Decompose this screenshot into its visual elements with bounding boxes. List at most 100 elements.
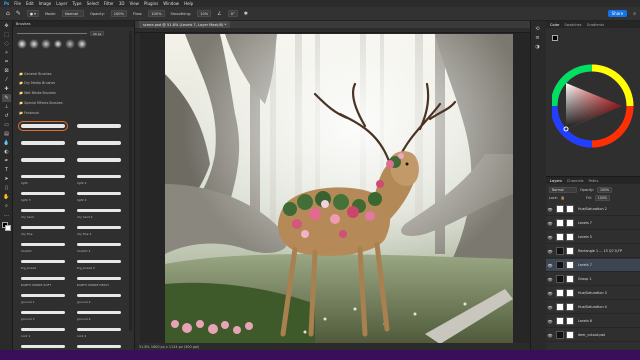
- recent-brush[interactable]: [65, 39, 75, 49]
- brush-group-wet[interactable]: 📁 Wet Media Brushes: [19, 91, 56, 95]
- blend-mode-select[interactable]: Normal: [549, 187, 577, 193]
- symmetry-icon[interactable]: ✱: [244, 11, 248, 17]
- brush-tip[interactable]: [21, 260, 65, 263]
- marquee-tool-icon[interactable]: ⬚: [2, 31, 11, 39]
- eyedropper-icon[interactable]: ⁄: [2, 76, 11, 84]
- adjustments-icon[interactable]: ◑: [533, 43, 542, 51]
- frame-tool-icon[interactable]: ⊠: [2, 67, 11, 75]
- menu-plugins[interactable]: Plugins: [144, 1, 158, 6]
- foreground-swatch[interactable]: [552, 35, 558, 41]
- menu-help[interactable]: Help: [184, 1, 193, 6]
- clone-stamp-icon[interactable]: ⊥: [2, 103, 11, 111]
- brush-tip[interactable]: [77, 192, 121, 195]
- layer-row[interactable]: 👁 Group 1: [546, 273, 640, 286]
- angle-field[interactable]: 0°: [227, 10, 238, 17]
- layer-row[interactable]: 👁 Levels 7: [546, 217, 640, 230]
- brush-tip[interactable]: [21, 277, 65, 280]
- tab-gradients[interactable]: Gradients: [587, 23, 605, 27]
- history-brush-icon[interactable]: ↺: [2, 112, 11, 120]
- brush-tip[interactable]: [21, 294, 65, 297]
- visibility-eye-icon[interactable]: 👁: [546, 235, 554, 240]
- brush-tip[interactable]: [21, 158, 65, 162]
- share-button[interactable]: Share: [607, 10, 628, 17]
- menu-select[interactable]: Select: [87, 1, 99, 6]
- brush-tip[interactable]: [21, 243, 65, 246]
- path-select-icon[interactable]: ➤: [2, 175, 11, 183]
- color-wheel[interactable]: [552, 61, 636, 151]
- layer-row[interactable]: 👁 deer_cutout.psd: [546, 329, 640, 342]
- background-color-swatch[interactable]: [5, 225, 11, 231]
- brush-tip[interactable]: [77, 277, 121, 280]
- history-icon[interactable]: ⟲: [533, 25, 542, 33]
- brush-group-dry[interactable]: 📁 Dry Media Brushes: [19, 81, 55, 85]
- visibility-eye-icon[interactable]: 👁: [546, 221, 554, 226]
- recent-brush[interactable]: [29, 39, 39, 49]
- brush-tip[interactable]: [21, 328, 65, 331]
- brush-group-general[interactable]: 📁 General Brushes: [19, 72, 51, 76]
- tab-paths[interactable]: Paths: [589, 179, 599, 183]
- brushes-scrollbar[interactable]: [129, 31, 132, 331]
- mode-select[interactable]: Normal: [61, 10, 84, 17]
- search-icon[interactable]: ⌕: [633, 11, 636, 17]
- brush-tool-icon[interactable]: ✎: [2, 94, 11, 102]
- visibility-eye-icon[interactable]: 👁: [546, 277, 554, 282]
- brush-tip[interactable]: [77, 124, 121, 128]
- lasso-tool-icon[interactable]: ◌: [2, 40, 11, 48]
- type-icon[interactable]: T: [2, 166, 11, 174]
- brush-tip[interactable]: [21, 192, 65, 195]
- hand-icon[interactable]: ✋: [2, 193, 11, 201]
- menu-view[interactable]: View: [129, 1, 139, 6]
- tab-swatches[interactable]: Swatches: [564, 23, 581, 27]
- brush-tip[interactable]: [77, 141, 121, 145]
- brush-group-fanbrush[interactable]: 📂 Fanbrush: [19, 111, 39, 115]
- size-field[interactable]: 90 px: [90, 31, 105, 36]
- move-tool-icon[interactable]: ✥: [2, 22, 11, 30]
- recent-brush[interactable]: [17, 39, 27, 49]
- menu-edit[interactable]: Edit: [26, 1, 34, 6]
- recent-brush[interactable]: [53, 39, 63, 49]
- eraser-icon[interactable]: ▭: [2, 121, 11, 129]
- brush-tip[interactable]: [77, 243, 121, 246]
- brush-tip[interactable]: [21, 226, 65, 229]
- menu-image[interactable]: Image: [39, 1, 52, 6]
- brush-tip[interactable]: [21, 141, 65, 145]
- more-tools-icon[interactable]: …: [2, 211, 11, 219]
- brush-tip[interactable]: [21, 345, 65, 348]
- gradient-icon[interactable]: ▤: [2, 130, 11, 138]
- menu-layer[interactable]: Layer: [56, 1, 67, 6]
- layer-row[interactable]: 👁 Levels 5: [546, 231, 640, 244]
- zoom-icon[interactable]: ⌕: [2, 202, 11, 210]
- brush-tip[interactable]: [21, 209, 65, 212]
- visibility-eye-icon[interactable]: 👁: [546, 291, 554, 296]
- brush-tip[interactable]: [77, 311, 121, 314]
- brush-tip[interactable]: [21, 175, 65, 178]
- menu-window[interactable]: Window: [163, 1, 179, 6]
- brushes-tab[interactable]: Brushes: [13, 21, 134, 27]
- tab-channels[interactable]: Channels: [567, 179, 584, 183]
- brush-tip[interactable]: [21, 311, 65, 314]
- quick-select-icon[interactable]: ✧: [2, 49, 11, 57]
- visibility-eye-icon[interactable]: 👁: [546, 263, 554, 268]
- properties-icon[interactable]: ≡: [533, 34, 542, 42]
- brush-tip[interactable]: [77, 294, 121, 297]
- menu-3d[interactable]: 3D: [119, 1, 125, 6]
- brush-tip[interactable]: [77, 175, 121, 178]
- layer-row[interactable]: 👁 Levels 7: [546, 259, 640, 272]
- document-tab[interactable]: scene.psd @ 51.8% (Levels 7, Layer Mask/…: [139, 21, 231, 28]
- layer-row[interactable]: 👁 Rectangle 1 ... 15 Q7.0,FP: [546, 245, 640, 258]
- dodge-icon[interactable]: ◐: [2, 148, 11, 156]
- lock-icon[interactable]: 🔒: [561, 196, 565, 200]
- healing-brush-icon[interactable]: ✚: [2, 85, 11, 93]
- brush-tip[interactable]: [18, 121, 68, 131]
- visibility-eye-icon[interactable]: 👁: [546, 207, 554, 212]
- size-slider[interactable]: [17, 33, 87, 34]
- tab-color[interactable]: Color: [550, 23, 559, 27]
- flow-field[interactable]: 100%: [148, 10, 165, 17]
- layer-row[interactable]: 👁 Hue/Saturation 4: [546, 301, 640, 314]
- brush-tool-icon[interactable]: ✎: [16, 10, 21, 17]
- layer-row[interactable]: 👁 Hue/Saturation 3: [546, 287, 640, 300]
- visibility-eye-icon[interactable]: 👁: [546, 305, 554, 310]
- fill-field[interactable]: 100%: [594, 195, 610, 201]
- menu-file[interactable]: File: [14, 1, 21, 6]
- document-canvas[interactable]: [165, 34, 513, 344]
